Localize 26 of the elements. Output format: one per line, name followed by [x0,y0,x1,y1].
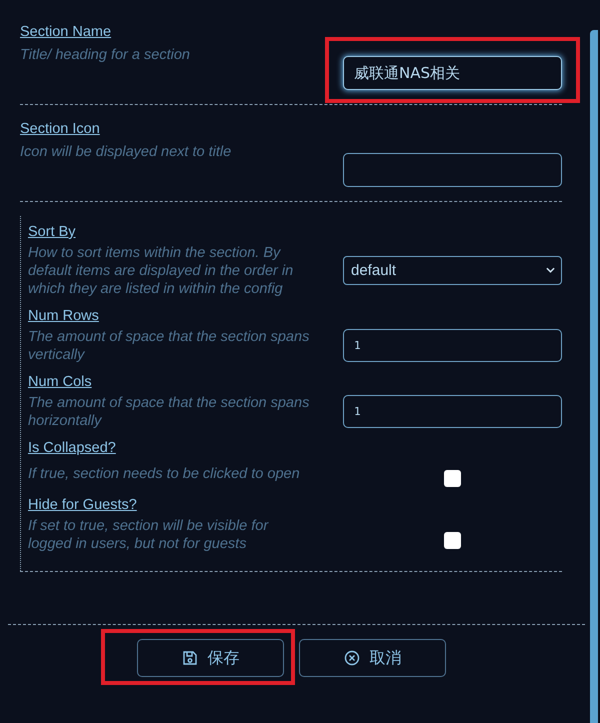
checkbox[interactable] [444,532,461,548]
field-description: The amount of space that the section spans vertically [28,328,310,364]
field-description: How to sort items within the section. By default items are displayed in the order in which they are listed in within the config [28,244,294,298]
field-label: Section Icon [20,120,101,139]
field-description: Icon will be displayed next to title [20,143,232,161]
dropdown[interactable]: default [343,256,562,284]
input-field[interactable] [343,153,562,187]
field-label: Num Rows [28,307,100,326]
field-label: Num Cols [28,373,93,392]
checkbox[interactable] [444,470,461,487]
caret-icon [546,267,555,273]
scrollbar-thumb[interactable] [590,30,598,723]
field-label: Is Collapsed? [28,439,117,458]
save-button[interactable]: 保存 [137,639,284,677]
field-description: If set to true, section will be visible for logged in users, but not for guests [28,517,270,553]
cancel-icon [344,650,360,666]
field-label: Hide for Guests? [28,496,138,515]
input-field[interactable]: 威联通NAS相关 [343,56,562,90]
input-field[interactable]: 1 [343,394,562,428]
field-label: Sort By [28,223,77,242]
input-field[interactable]: 1 [343,328,562,362]
field-description: Title/ heading for a section [20,46,191,64]
field-label: Section Name [20,23,112,42]
field-description: If true, section needs to be clicked to open [28,464,301,482]
field-description: The amount of space that the section spans horizontally [28,394,310,430]
cancel-button[interactable]: 取消 [299,639,446,677]
